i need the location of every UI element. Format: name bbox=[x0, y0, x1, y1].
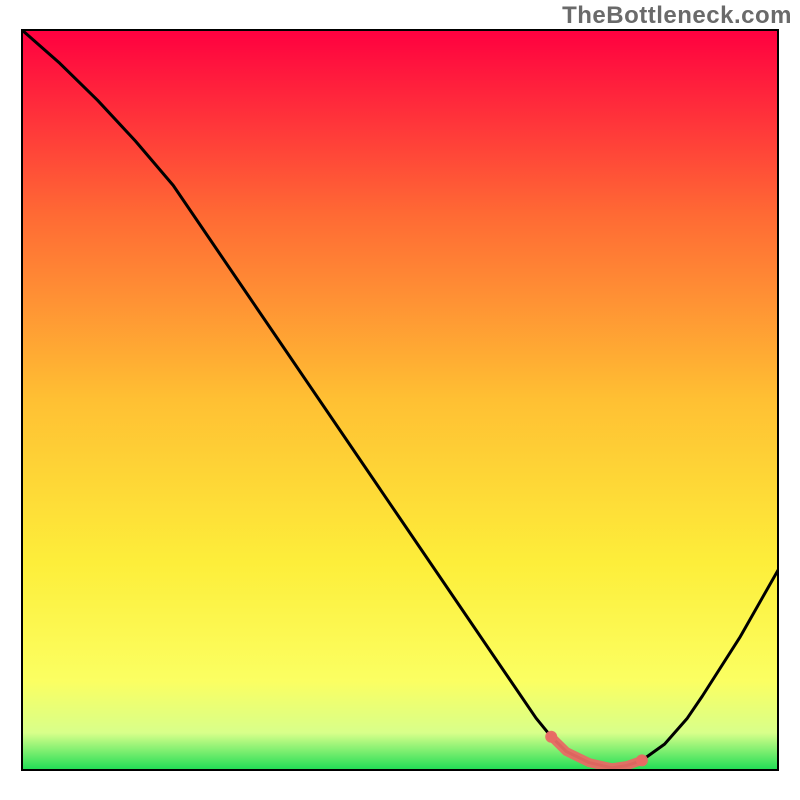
chart-canvas bbox=[0, 0, 800, 800]
watermark-text: TheBottleneck.com bbox=[562, 2, 792, 30]
min-dot-left bbox=[545, 731, 557, 743]
min-dot-right bbox=[636, 754, 648, 766]
